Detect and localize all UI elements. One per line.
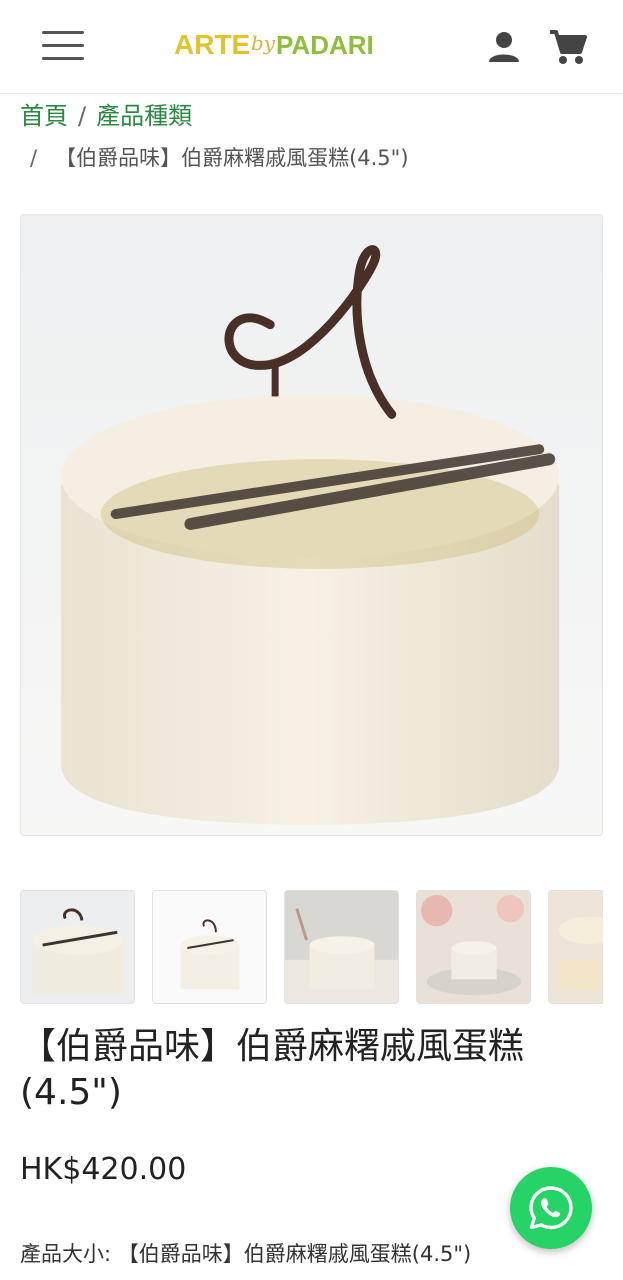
variant-value: 【伯爵品味】伯爵麻糬戚風蛋糕(4.5") (117, 1242, 472, 1266)
top-header: ARTE by PADARIA (0, 0, 623, 94)
breadcrumb-category-link[interactable]: 產品種類 (96, 102, 192, 130)
breadcrumb-current-row: / 【伯爵品味】伯爵麻糬戚風蛋糕(4.5") (30, 140, 409, 176)
thumbnail-3[interactable] (284, 890, 399, 1004)
variant-label: 產品大小: (20, 1242, 112, 1266)
variant-row: 產品大小: 【伯爵品味】伯爵麻糬戚風蛋糕(4.5") (20, 1238, 471, 1268)
thumbnail-2[interactable] (152, 890, 267, 1004)
logo-text-padaria: PADARIA (276, 30, 372, 60)
thumbnail-5[interactable] (548, 890, 603, 1004)
whatsapp-chat-button[interactable] (510, 1167, 592, 1249)
hamburger-menu-icon[interactable] (42, 28, 86, 64)
thumbnail-strip (20, 890, 603, 1006)
whatsapp-icon (529, 1186, 573, 1230)
product-price: HK$420.00 (20, 1152, 187, 1187)
breadcrumb: 首頁 / 產品種類 / 【伯爵品味】伯爵麻糬戚風蛋糕(4.5") (20, 98, 610, 170)
breadcrumb-current-page: 【伯爵品味】伯爵麻糬戚風蛋糕(4.5") (55, 146, 409, 170)
thumbnail-1[interactable] (20, 890, 135, 1004)
product-main-image[interactable] (20, 214, 603, 836)
breadcrumb-separator: / (78, 102, 87, 130)
logo-text-by: by (251, 31, 276, 55)
logo-text-arte: ARTE (174, 29, 250, 60)
shopping-cart-icon[interactable] (548, 28, 588, 66)
product-title: 【伯爵品味】伯爵麻糬戚風蛋糕(4.5") (20, 1026, 525, 1113)
brand-logo[interactable]: ARTE by PADARIA (172, 22, 393, 72)
user-icon[interactable] (486, 30, 522, 64)
breadcrumb-home-link[interactable]: 首頁 (20, 102, 68, 130)
thumbnail-4[interactable] (416, 890, 531, 1004)
logo-graphic: ARTE by PADARIA (174, 29, 393, 60)
breadcrumb-separator: / (30, 146, 38, 170)
